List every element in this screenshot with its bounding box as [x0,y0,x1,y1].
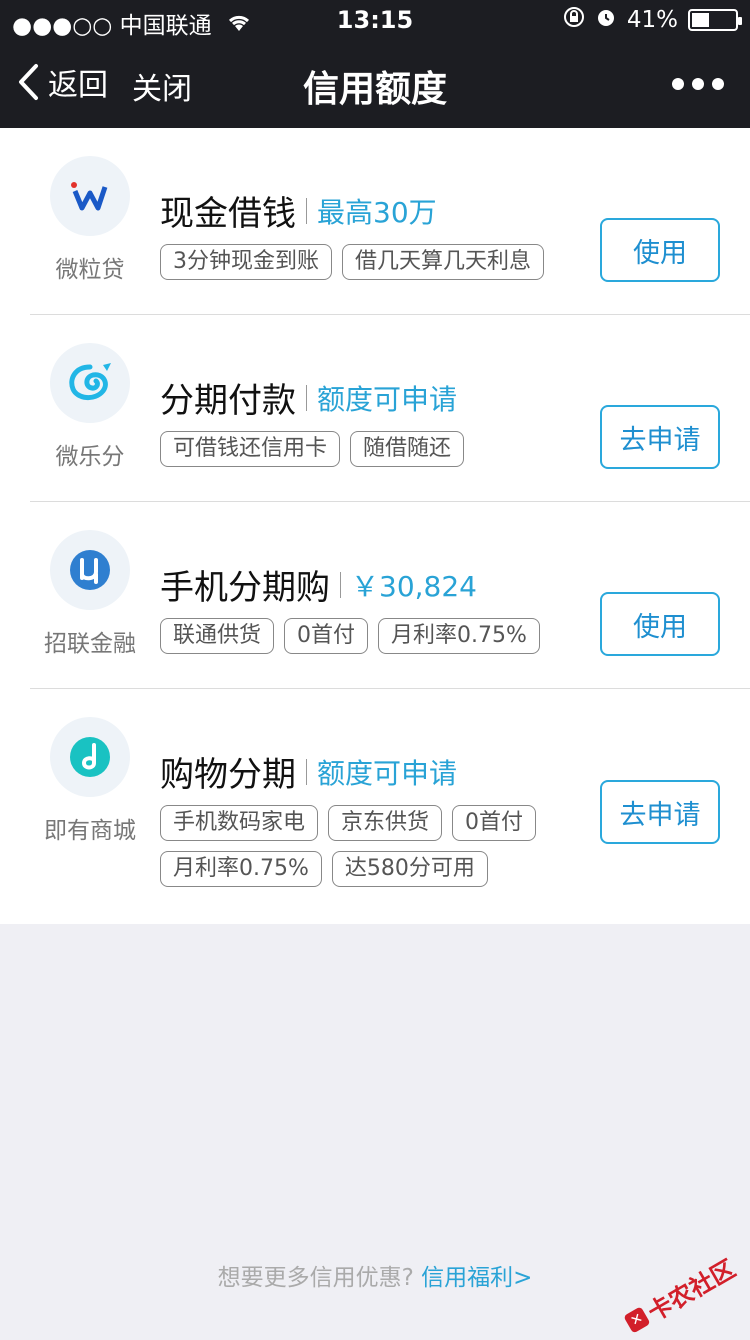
list-item[interactable]: 微粒贷 现金借钱 最高30万 3分钟现金到账 借几天算几天利息 使用 [0,128,750,315]
weilidai-logo-icon [50,156,130,236]
tag: 达580分可用 [331,851,488,887]
tag-list: 3分钟现金到账 借几天算几天利息 [160,244,580,280]
tag: 3分钟现金到账 [160,244,332,280]
item-subtitle: 额度可申请 [317,382,458,416]
logo-block: 微乐分 [30,343,150,471]
credit-benefits-link[interactable]: 信用福利> [421,1265,532,1291]
logo-block: 招联金融 [30,530,150,658]
logo-label: 微乐分 [55,444,125,470]
tag: 月利率0.75% [378,618,540,654]
tag: 京东供货 [328,805,443,841]
item-title: 现金借钱 [160,194,296,234]
status-right: 41% [563,6,742,34]
item-title: 手机分期购 [160,568,330,608]
page-title: 信用额度 [302,69,447,110]
nav-bar: 返回 关闭 信用额度 [0,40,750,128]
title-row: 手机分期购 ￥30,824 [160,560,477,609]
top-bar: ●●●○○ 中国联通 13:15 41% 返回 关闭 信用额度 [0,0,750,128]
title-row: 分期付款 额度可申请 [160,373,457,422]
footer: 想要更多信用优惠? 信用福利> [0,1258,750,1292]
tag: 借几天算几天利息 [342,244,545,280]
tag: 月利率0.75% [160,851,322,887]
tag: 手机数码家电 [160,805,319,841]
alarm-icon [595,6,617,34]
use-button[interactable]: 使用 [600,218,720,282]
weilefen-logo-icon [50,343,130,423]
item-subtitle: 最高30万 [317,195,437,229]
more-options-icon[interactable] [672,78,724,90]
tag: 联通供货 [160,618,275,654]
logo-block: 即有商城 [30,717,150,845]
apply-button[interactable]: 去申请 [600,405,720,469]
list-item[interactable]: 微乐分 分期付款 额度可申请 可借钱还信用卡 随借随还 去申请 [0,315,750,502]
apply-button[interactable]: 去申请 [600,780,720,844]
watermark-icon: ✕ [623,1305,651,1334]
logo-block: 微粒贷 [30,156,150,284]
tag-list: 联通供货 0首付 月利率0.75% [160,618,580,654]
title-row: 现金借钱 最高30万 [160,186,437,235]
divider [340,571,341,598]
battery-icon [688,9,742,31]
credit-list: 微粒贷 现金借钱 最高30万 3分钟现金到账 借几天算几天利息 使用 微乐分 分… [0,128,750,924]
battery-percent: 41% [626,7,678,33]
title-row: 购物分期 额度可申请 [160,747,457,796]
item-subtitle: 额度可申请 [317,756,458,790]
rotation-lock-icon [563,6,585,34]
use-button[interactable]: 使用 [600,592,720,656]
zhaolian-logo-icon [50,530,130,610]
tag: 0首付 [284,618,369,654]
divider [306,197,307,224]
tag-list: 手机数码家电 京东供货 0首付 月利率0.75% 达580分可用 [160,805,580,887]
status-bar: ●●●○○ 中国联通 13:15 41% [0,0,750,40]
jiyou-logo-icon [50,717,130,797]
logo-label: 微粒贷 [55,257,125,283]
divider [306,384,307,411]
item-title: 分期付款 [160,381,296,421]
logo-label: 招联金融 [44,631,136,657]
item-subtitle: ￥30,824 [351,569,477,603]
tag-list: 可借钱还信用卡 随借随还 [160,431,580,467]
tag: 0首付 [452,805,537,841]
footer-prompt: 想要更多信用优惠? [217,1265,414,1291]
divider [306,758,307,785]
list-item[interactable]: 招联金融 手机分期购 ￥30,824 联通供货 0首付 月利率0.75% 使用 [0,502,750,689]
item-title: 购物分期 [160,755,296,795]
logo-label: 即有商城 [44,818,136,844]
list-item[interactable]: 即有商城 购物分期 额度可申请 手机数码家电 京东供货 0首付 月利率0.75%… [0,689,750,925]
tag: 可借钱还信用卡 [160,431,341,467]
tag: 随借随还 [350,431,465,467]
